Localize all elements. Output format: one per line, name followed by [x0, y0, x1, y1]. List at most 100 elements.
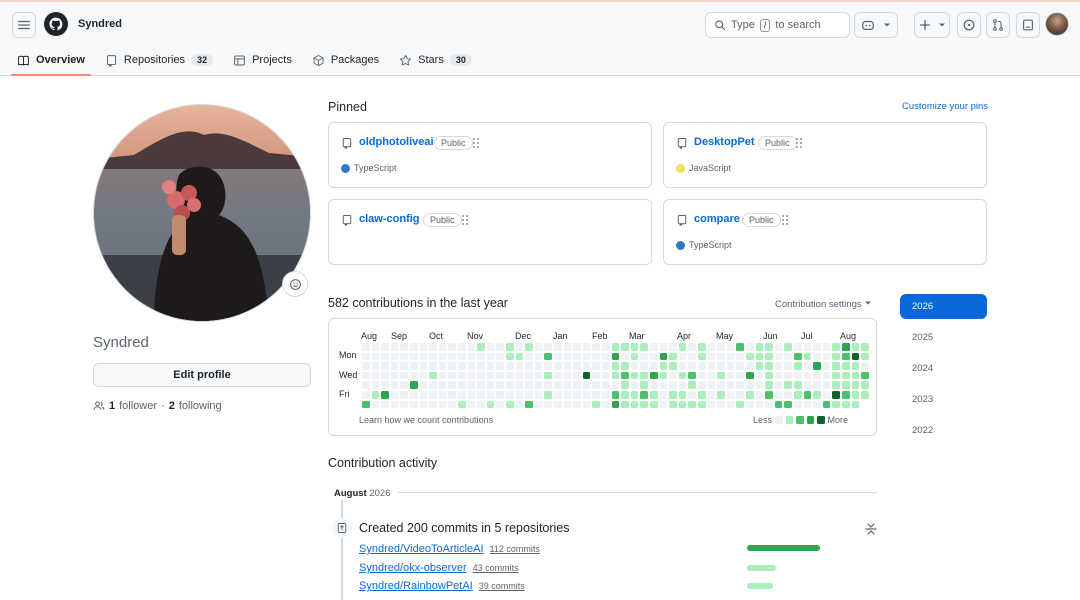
contribution-day[interactable]: [429, 381, 437, 389]
contribution-day[interactable]: [851, 371, 860, 380]
contribution-day[interactable]: [755, 371, 764, 380]
contribution-day[interactable]: [544, 343, 552, 351]
followers-label[interactable]: follower: [119, 400, 157, 412]
contribution-day[interactable]: [736, 352, 744, 361]
contribution-day[interactable]: [563, 352, 572, 361]
contribution-day[interactable]: [659, 352, 668, 361]
contribution-day[interactable]: [486, 362, 495, 370]
contribution-day[interactable]: [592, 352, 600, 361]
contribution-day[interactable]: [477, 381, 485, 389]
contribution-day[interactable]: [630, 381, 639, 389]
contribution-day[interactable]: [822, 391, 831, 399]
contribution-day[interactable]: [573, 352, 581, 361]
contribution-day[interactable]: [400, 371, 408, 380]
contribution-day[interactable]: [448, 391, 456, 399]
contribution-day[interactable]: [534, 362, 543, 370]
contribution-day[interactable]: [688, 381, 696, 389]
contribution-day[interactable]: [371, 381, 380, 389]
contribution-day[interactable]: [362, 400, 370, 409]
contribution-day[interactable]: [381, 352, 389, 361]
contribution-day[interactable]: [726, 352, 735, 361]
contribution-day[interactable]: [822, 362, 831, 370]
contribution-day[interactable]: [726, 362, 735, 370]
contribution-day[interactable]: [458, 352, 466, 361]
contribution-day[interactable]: [534, 391, 543, 399]
contribution-day[interactable]: [477, 371, 485, 380]
contribution-day[interactable]: [438, 391, 447, 399]
contribution-day[interactable]: [496, 343, 504, 351]
contribution-day[interactable]: [467, 343, 476, 351]
menu-icon[interactable]: [12, 12, 36, 38]
contribution-day[interactable]: [458, 391, 466, 399]
contribution-day[interactable]: [726, 381, 735, 389]
year-2023-button[interactable]: 2023: [900, 387, 987, 412]
learn-contributions-link[interactable]: Learn how we count contributions: [359, 415, 493, 425]
contribution-day[interactable]: [611, 343, 620, 351]
contribution-day[interactable]: [669, 381, 677, 389]
contribution-day[interactable]: [467, 352, 476, 361]
drag-handle-icon[interactable]: [781, 214, 789, 226]
contribution-day[interactable]: [515, 371, 524, 380]
contribution-day[interactable]: [851, 352, 860, 361]
contribution-day[interactable]: [371, 400, 380, 409]
contribution-day[interactable]: [851, 362, 860, 370]
contribution-day[interactable]: [419, 352, 428, 361]
activity-repo-link[interactable]: Syndred/RainbowPetAI: [359, 580, 473, 592]
contribution-day[interactable]: [419, 400, 428, 409]
pinned-repo-name[interactable]: DesktopPet: [694, 136, 755, 148]
contribution-day[interactable]: [400, 400, 408, 409]
contribution-day[interactable]: [707, 371, 716, 380]
contribution-day[interactable]: [784, 352, 792, 361]
drag-handle-icon[interactable]: [472, 137, 480, 149]
following-count[interactable]: 2: [169, 400, 175, 412]
contribution-day[interactable]: [477, 400, 485, 409]
contribution-day[interactable]: [736, 371, 744, 380]
contribution-day[interactable]: [669, 400, 677, 409]
activity-commit-count[interactable]: 43 commits: [473, 563, 519, 573]
contribution-day[interactable]: [410, 352, 418, 361]
contribution-day[interactable]: [448, 371, 456, 380]
contribution-day[interactable]: [717, 343, 725, 351]
contribution-day[interactable]: [717, 371, 725, 380]
activity-repo-link[interactable]: Syndred/VideoToArticleAI: [359, 543, 484, 555]
contribution-day[interactable]: [755, 362, 764, 370]
activity-commit-count[interactable]: 112 commits: [490, 544, 540, 554]
contribution-day[interactable]: [640, 381, 648, 389]
contribution-day[interactable]: [429, 400, 437, 409]
tab-stars[interactable]: Stars 30: [389, 49, 482, 71]
contribution-day[interactable]: [765, 391, 773, 399]
contribution-day[interactable]: [698, 391, 706, 399]
contribution-day[interactable]: [784, 343, 792, 351]
contribution-day[interactable]: [669, 362, 677, 370]
contribution-day[interactable]: [410, 381, 418, 389]
contribution-day[interactable]: [592, 362, 600, 370]
contribution-day[interactable]: [419, 381, 428, 389]
contribution-day[interactable]: [842, 391, 850, 399]
contribution-day[interactable]: [362, 343, 370, 351]
contribution-day[interactable]: [486, 343, 495, 351]
contribution-day[interactable]: [582, 352, 591, 361]
contribution-day[interactable]: [525, 400, 533, 409]
contribution-day[interactable]: [534, 400, 543, 409]
contribution-day[interactable]: [390, 371, 399, 380]
contribution-day[interactable]: [554, 391, 562, 399]
contribution-day[interactable]: [362, 371, 370, 380]
contribution-day[interactable]: [822, 352, 831, 361]
contribution-day[interactable]: [371, 391, 380, 399]
contribution-day[interactable]: [813, 362, 821, 370]
contribution-day[interactable]: [640, 352, 648, 361]
contribution-day[interactable]: [736, 362, 744, 370]
contribution-day[interactable]: [381, 381, 389, 389]
contribution-day[interactable]: [650, 391, 658, 399]
contribution-day[interactable]: [774, 362, 783, 370]
contribution-day[interactable]: [486, 371, 495, 380]
contribution-day[interactable]: [822, 381, 831, 389]
contribution-day[interactable]: [429, 343, 437, 351]
contribution-day[interactable]: [813, 352, 821, 361]
contribution-day[interactable]: [746, 343, 754, 351]
tab-repositories[interactable]: Repositories 32: [95, 49, 223, 71]
contribution-day[interactable]: [851, 381, 860, 389]
contribution-day[interactable]: [813, 391, 821, 399]
contribution-day[interactable]: [794, 391, 802, 399]
contribution-day[interactable]: [755, 343, 764, 351]
